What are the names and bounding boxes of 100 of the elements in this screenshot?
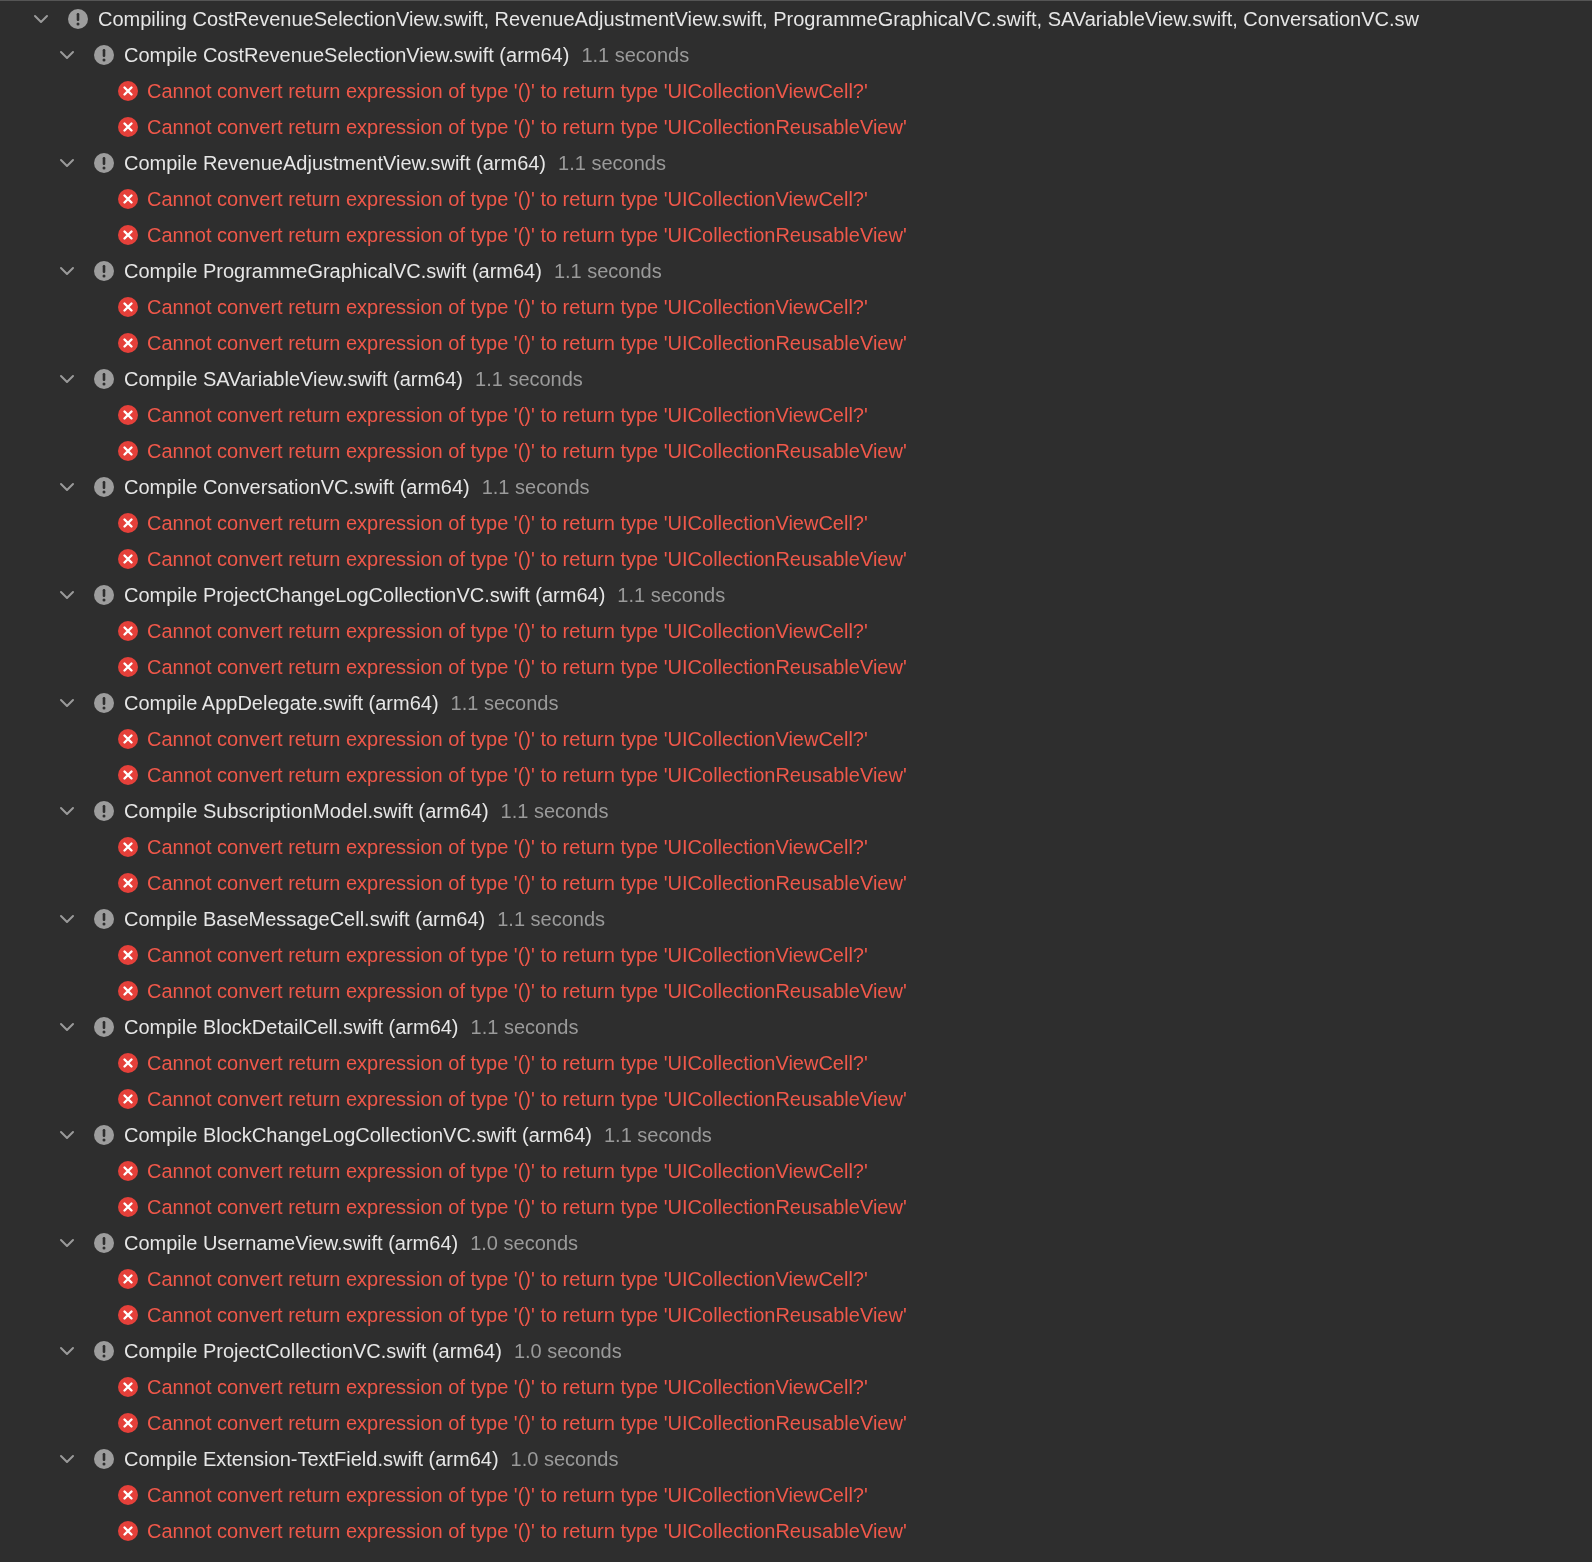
error-message: Cannot convert return expression of type '()' to return type 'UICollectionViewCell?' xyxy=(147,1375,868,1400)
step-title: Compile AppDelegate.swift (arm64) xyxy=(124,691,439,716)
error-message: Cannot convert return expression of type '()' to return type 'UICollectionReusableView' xyxy=(147,1303,907,1328)
exclamation-icon xyxy=(94,261,114,281)
error-icon xyxy=(118,405,138,425)
duration-label: 1.1 seconds xyxy=(500,799,609,824)
error-message: Cannot convert return expression of type '()' to return type 'UICollectionViewCell?' xyxy=(147,187,868,212)
error-message: Cannot convert return expression of type '()' to return type 'UICollectionViewCell?' xyxy=(147,835,868,860)
exclamation-icon xyxy=(94,477,114,497)
error-icon xyxy=(118,81,138,101)
step-title: Compile BaseMessageCell.swift (arm64) xyxy=(124,907,486,932)
error-message: Cannot convert return expression of type '()' to return type 'UICollectionReusableView' xyxy=(147,547,907,572)
error-message: Cannot convert return expression of type '()' to return type 'UICollectionViewCell?' xyxy=(147,619,868,644)
error-message: Cannot convert return expression of type '()' to return type 'UICollectionReusableView' xyxy=(147,439,907,464)
error-icon xyxy=(118,1413,138,1433)
error-message: Cannot convert return expression of type '()' to return type 'UICollectionReusableView' xyxy=(147,115,907,140)
error-icon xyxy=(118,621,138,641)
duration-label: 1.1 seconds xyxy=(617,583,726,608)
error-message: Cannot convert return expression of type '()' to return type 'UICollectionViewCell?' xyxy=(147,943,868,968)
exclamation-icon xyxy=(94,1017,114,1037)
error-message: Cannot convert return expression of type '()' to return type 'UICollectionViewCell?' xyxy=(147,1159,868,1184)
error-icon xyxy=(118,945,138,965)
error-icon xyxy=(118,225,138,245)
exclamation-icon xyxy=(94,1341,114,1361)
error-message: Cannot convert return expression of type '()' to return type 'UICollectionReusableView' xyxy=(147,763,907,788)
error-message: Cannot convert return expression of type '()' to return type 'UICollectionViewCell?' xyxy=(147,1267,868,1292)
step-title: Compile SubscriptionModel.swift (arm64) xyxy=(124,799,489,824)
duration-label: 1.0 seconds xyxy=(470,1231,579,1256)
error-message: Cannot convert return expression of type '()' to return type 'UICollectionReusableView' xyxy=(147,655,907,680)
exclamation-icon xyxy=(94,369,114,389)
error-icon xyxy=(118,1053,138,1073)
error-icon xyxy=(118,549,138,569)
error-icon xyxy=(118,1305,138,1325)
error-icon xyxy=(118,981,138,1001)
exclamation-icon xyxy=(94,909,114,929)
error-icon xyxy=(118,513,138,533)
exclamation-icon xyxy=(94,45,114,65)
error-icon xyxy=(118,873,138,893)
error-icon xyxy=(118,1161,138,1181)
duration-label: 1.0 seconds xyxy=(513,1339,622,1364)
duration-label: 1.1 seconds xyxy=(470,1015,579,1040)
error-message: Cannot convert return expression of type '()' to return type 'UICollectionReusableView' xyxy=(147,1087,907,1112)
step-title: Compile BlockChangeLogCollectionVC.swift (arm64) xyxy=(124,1123,592,1148)
exclamation-icon xyxy=(94,801,114,821)
duration-label: 1.0 seconds xyxy=(510,1447,619,1472)
error-message: Cannot convert return expression of type '()' to return type 'UICollectionReusableView' xyxy=(147,1411,907,1436)
duration-label: 1.1 seconds xyxy=(558,151,666,176)
step-title: Compile ProjectCollectionVC.swift (arm64) xyxy=(124,1339,502,1364)
step-title: Compile ProjectChangeLogCollectionVC.swift (arm64) xyxy=(124,583,606,608)
exclamation-icon xyxy=(68,9,88,29)
duration-label: 1.1 seconds xyxy=(475,367,583,392)
exclamation-icon xyxy=(94,693,114,713)
error-icon xyxy=(118,189,138,209)
error-icon xyxy=(118,333,138,353)
error-message: Cannot convert return expression of type '()' to return type 'UICollectionViewCell?' xyxy=(147,1483,868,1508)
error-icon xyxy=(118,657,138,677)
step-title: Compile ConversationVC.swift (arm64) xyxy=(124,475,470,500)
step-title: Compile RevenueAdjustmentView.swift (arm64) xyxy=(124,151,547,176)
exclamation-icon xyxy=(94,1125,114,1145)
error-message: Cannot convert return expression of type '()' to return type 'UICollectionReusableView' xyxy=(147,331,907,356)
error-icon xyxy=(118,297,138,317)
error-message: Cannot convert return expression of type '()' to return type 'UICollectionViewCell?' xyxy=(147,727,868,752)
error-message: Cannot convert return expression of type '()' to return type 'UICollectionViewCell?' xyxy=(147,295,868,320)
error-icon xyxy=(118,1377,138,1397)
error-icon xyxy=(118,1089,138,1109)
error-message: Cannot convert return expression of type '()' to return type 'UICollectionViewCell?' xyxy=(147,1051,868,1076)
step-title: Compile CostRevenueSelectionView.swift (arm64) xyxy=(124,43,570,68)
error-message: Cannot convert return expression of type '()' to return type 'UICollectionReusableView' xyxy=(147,979,907,1004)
duration-label: 1.1 seconds xyxy=(581,43,690,68)
error-icon xyxy=(118,729,138,749)
error-icon xyxy=(118,837,138,857)
duration-label: 1.1 seconds xyxy=(497,907,606,932)
step-title: Compile SAVariableView.swift (arm64) xyxy=(124,367,463,392)
duration-label: 1.1 seconds xyxy=(604,1123,712,1148)
error-icon xyxy=(118,441,138,461)
step-title: Compile UsernameView.swift (arm64) xyxy=(124,1231,459,1256)
error-message: Cannot convert return expression of type '()' to return type 'UICollectionReusableView' xyxy=(147,871,907,896)
exclamation-icon xyxy=(94,1449,114,1469)
exclamation-icon xyxy=(94,1233,114,1253)
error-icon xyxy=(118,1485,138,1505)
error-message: Cannot convert return expression of type '()' to return type 'UICollectionReusableView' xyxy=(147,1195,907,1220)
error-message: Cannot convert return expression of type '()' to return type 'UICollectionViewCell?' xyxy=(147,511,868,536)
duration-label: 1.1 seconds xyxy=(450,691,559,716)
error-message: Cannot convert return expression of type '()' to return type 'UICollectionViewCell?' xyxy=(147,403,868,428)
exclamation-icon xyxy=(94,153,114,173)
error-message: Cannot convert return expression of type '()' to return type 'UICollectionReusableView' xyxy=(147,223,907,248)
exclamation-icon xyxy=(94,585,114,605)
error-message: Cannot convert return expression of type '()' to return type 'UICollectionViewCell?' xyxy=(147,79,868,104)
error-icon xyxy=(118,117,138,137)
duration-label: 1.1 seconds xyxy=(553,259,662,284)
error-icon xyxy=(118,1197,138,1217)
error-icon xyxy=(118,1269,138,1289)
step-title: Compiling CostRevenueSelectionView.swift, RevenueAdjustmentView.swift, ProgrammeGraphicalVC.swift, SAVariableView.swift, ConversationVC.sw xyxy=(98,7,1419,32)
step-title: Compile ProgrammeGraphicalVC.swift (arm64) xyxy=(124,259,542,284)
error-icon xyxy=(118,1521,138,1541)
error-icon xyxy=(118,765,138,785)
step-title: Compile BlockDetailCell.swift (arm64) xyxy=(124,1015,459,1040)
step-title: Compile Extension-TextField.swift (arm64) xyxy=(124,1447,499,1472)
duration-label: 1.1 seconds xyxy=(481,475,590,500)
error-message: Cannot convert return expression of type '()' to return type 'UICollectionReusableView' xyxy=(147,1519,907,1544)
